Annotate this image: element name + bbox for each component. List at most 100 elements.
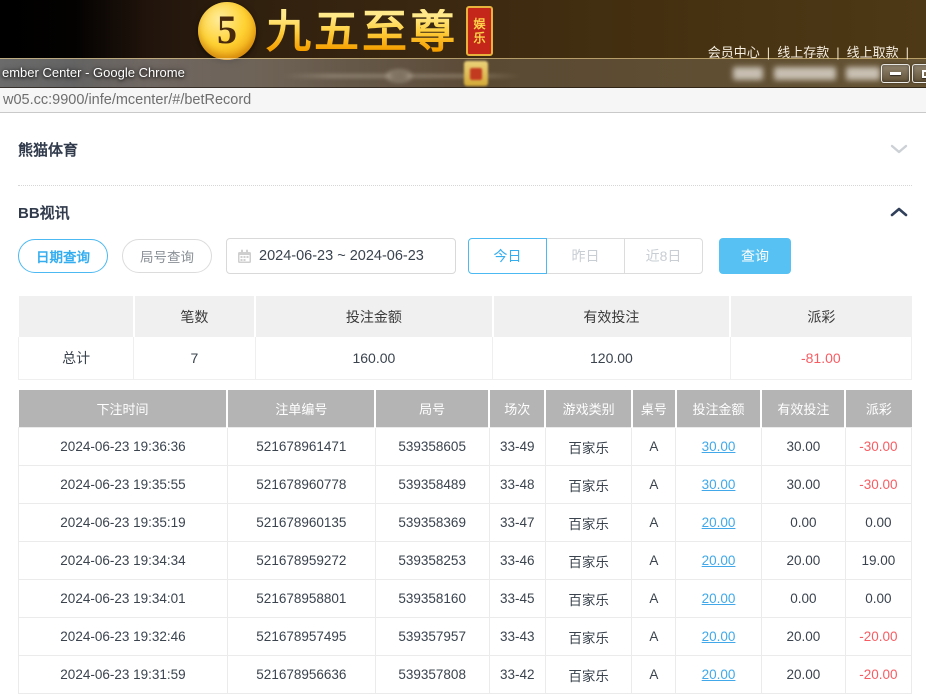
chevron-down-icon	[890, 143, 908, 155]
cell-bet-amount-link[interactable]: 20.00	[676, 618, 762, 656]
cell-payout: -30.00	[845, 466, 911, 504]
cell-table-number: A	[632, 656, 676, 694]
cell-payout: -20.00	[845, 656, 911, 694]
summary-total-label: 总计	[19, 337, 134, 379]
cell-valid-bet: 0.00	[761, 504, 845, 542]
cell-slip-number: 521678961471	[227, 428, 375, 466]
summary-header-count: 笔数	[134, 296, 255, 337]
cell-bet-time: 2024-06-23 19:34:01	[19, 580, 228, 618]
cell-table-number: A	[632, 428, 676, 466]
quick-range-group: 今日 昨日 近8日	[468, 238, 703, 274]
cell-bet-amount-link[interactable]: 30.00	[676, 466, 762, 504]
cell-payout: 0.00	[845, 580, 911, 618]
cell-game-type: 百家乐	[545, 428, 632, 466]
logo-circle-icon: 5	[198, 2, 256, 60]
censored-account-info	[846, 67, 880, 80]
bet-records-table: 下注时间 注单编号 局号 场次 游戏类别 桌号 投注金额 有效投注 派彩 202…	[18, 390, 912, 694]
cell-payout: 19.00	[845, 542, 911, 580]
cell-slip-number: 521678960778	[227, 466, 375, 504]
cell-session: 33-45	[489, 580, 545, 618]
cell-game-type: 百家乐	[545, 466, 632, 504]
summary-count-value: 7	[134, 337, 255, 379]
maximize-icon	[922, 70, 926, 78]
cell-slip-number: 521678957495	[227, 618, 375, 656]
cell-table-number: A	[632, 466, 676, 504]
cell-bet-amount-link[interactable]: 20.00	[676, 580, 762, 618]
censored-account-info	[733, 67, 763, 80]
calendar-icon	[237, 249, 252, 264]
accordion-bb-video[interactable]: BB视讯	[18, 186, 912, 238]
cell-slip-number: 521678956636	[227, 656, 375, 694]
url-text: w05.cc:9900/infe/mcenter/#/betRecord	[0, 92, 251, 108]
cell-slip-number: 521678958801	[227, 580, 375, 618]
col-header-payout: 派彩	[845, 390, 911, 428]
browser-window-title: ember Center - Google Chrome	[2, 65, 185, 80]
cell-valid-bet: 0.00	[761, 580, 845, 618]
cell-bet-time: 2024-06-23 19:32:46	[19, 618, 228, 656]
cell-round-number: 539358605	[375, 428, 489, 466]
window-maximize-button[interactable]	[912, 64, 926, 83]
date-query-tab[interactable]: 日期查询	[18, 239, 108, 273]
cell-session: 33-42	[489, 656, 545, 694]
cell-table-number: A	[632, 542, 676, 580]
date-range-input[interactable]: 2024-06-23 ~ 2024-06-23	[226, 238, 456, 274]
date-range-value: 2024-06-23 ~ 2024-06-23	[259, 248, 424, 264]
cell-bet-amount-link[interactable]: 20.00	[676, 504, 762, 542]
summary-bet-amount-value: 160.00	[255, 337, 493, 379]
chevron-up-icon	[890, 206, 908, 218]
cell-round-number: 539358253	[375, 542, 489, 580]
filter-toolbar: 日期查询 局号查询 2024-06-23 ~ 2024-06-23 今日 昨日 …	[18, 238, 912, 274]
brand-logo: 5 九五至尊 娱 乐	[198, 3, 493, 59]
cell-session: 33-43	[489, 618, 545, 656]
logo-glyph: 5	[217, 10, 237, 50]
table-row: 2024-06-23 19:35:55 521678960778 5393584…	[19, 466, 912, 504]
browser-urlbar[interactable]: w05.cc:9900/infe/mcenter/#/betRecord	[0, 88, 926, 113]
censored-account-info	[774, 67, 836, 80]
section-title-panda-sports: 熊猫体育	[18, 139, 78, 160]
cell-session: 33-47	[489, 504, 545, 542]
summary-total-row: 总计 7 160.00 120.00 -81.00	[19, 337, 912, 379]
brand-name: 九五至尊	[266, 9, 458, 54]
table-row: 2024-06-23 19:34:34 521678959272 5393582…	[19, 542, 912, 580]
col-header-valid-bet: 有效投注	[761, 390, 845, 428]
window-minimize-button[interactable]	[881, 64, 910, 83]
cell-bet-time: 2024-06-23 19:36:36	[19, 428, 228, 466]
minimize-icon	[890, 72, 901, 75]
cell-table-number: A	[632, 618, 676, 656]
browser-titlebar[interactable]: ember Center - Google Chrome	[0, 58, 926, 88]
col-header-bet-time: 下注时间	[19, 390, 228, 428]
summary-header-payout: 派彩	[730, 296, 911, 337]
col-header-table-number: 桌号	[632, 390, 676, 428]
last8days-button[interactable]: 近8日	[624, 238, 703, 274]
cell-bet-amount-link[interactable]: 20.00	[676, 542, 762, 580]
cell-round-number: 539358369	[375, 504, 489, 542]
round-query-tab[interactable]: 局号查询	[122, 239, 212, 273]
cell-game-type: 百家乐	[545, 542, 632, 580]
cell-game-type: 百家乐	[545, 656, 632, 694]
cell-round-number: 539358489	[375, 466, 489, 504]
cell-bet-amount-link[interactable]: 30.00	[676, 428, 762, 466]
table-row: 2024-06-23 19:35:19 521678960135 5393583…	[19, 504, 912, 542]
query-button[interactable]: 查询	[719, 238, 791, 274]
cell-game-type: 百家乐	[545, 504, 632, 542]
cell-session: 33-49	[489, 428, 545, 466]
cell-session: 33-46	[489, 542, 545, 580]
cell-valid-bet: 20.00	[761, 618, 845, 656]
table-row: 2024-06-23 19:34:01 521678958801 5393581…	[19, 580, 912, 618]
table-row: 2024-06-23 19:36:36 521678961471 5393586…	[19, 428, 912, 466]
cell-round-number: 539358160	[375, 580, 489, 618]
accordion-panda-sports[interactable]: 熊猫体育	[18, 113, 912, 186]
col-header-session: 场次	[489, 390, 545, 428]
table-row: 2024-06-23 19:31:59 521678956636 5393578…	[19, 656, 912, 694]
yesterday-button[interactable]: 昨日	[546, 238, 625, 274]
today-button[interactable]: 今日	[468, 238, 547, 274]
cell-bet-time: 2024-06-23 19:35:55	[19, 466, 228, 504]
cell-game-type: 百家乐	[545, 580, 632, 618]
cell-bet-time: 2024-06-23 19:31:59	[19, 656, 228, 694]
cell-bet-time: 2024-06-23 19:34:34	[19, 542, 228, 580]
cell-valid-bet: 20.00	[761, 656, 845, 694]
summary-valid-bet-value: 120.00	[493, 337, 731, 379]
col-header-bet-amount: 投注金额	[676, 390, 762, 428]
cell-round-number: 539357808	[375, 656, 489, 694]
cell-bet-amount-link[interactable]: 20.00	[676, 656, 762, 694]
